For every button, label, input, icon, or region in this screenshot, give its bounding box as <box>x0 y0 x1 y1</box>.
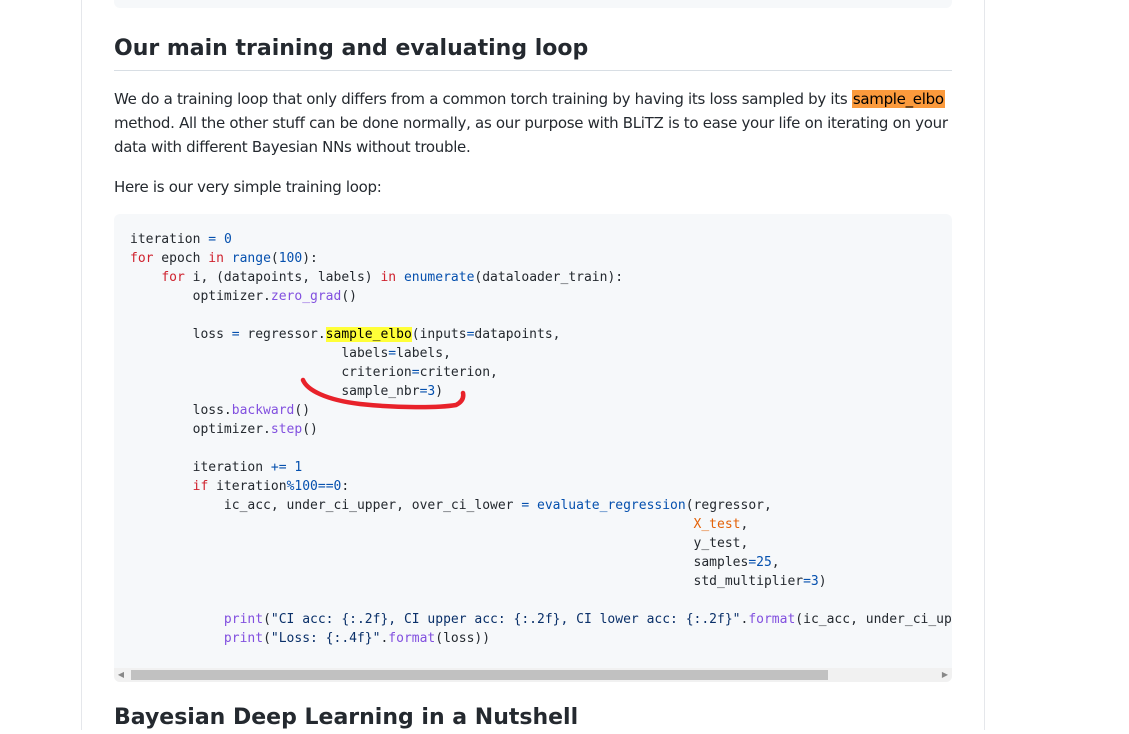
code-line: X_test, <box>693 517 749 532</box>
right-arrow-icon[interactable]: ▶ <box>938 668 952 682</box>
code-line: optimizer.zero_grad() <box>130 289 357 304</box>
code-line: print("CI acc: {:.2f}, CI upper acc: {:.… <box>223 612 952 627</box>
red-annotation-stroke <box>300 377 466 410</box>
highlighted-term: sample_elbo <box>851 90 945 108</box>
code-line: iteration = 0 <box>130 232 232 247</box>
code-line: y_test, <box>130 536 749 551</box>
code-line: labels=labels, <box>130 346 451 361</box>
code-line: optimizer.step() <box>130 422 318 437</box>
scrollbar-thumb[interactable] <box>131 670 828 680</box>
code-line: iteration += 1 <box>130 460 303 475</box>
horizontal-scrollbar[interactable]: ◀ ▶ <box>114 668 952 682</box>
intro-paragraph: We do a training loop that only differs … <box>114 87 952 159</box>
code-line: loss = regressor.sample_elbo(inputs=data… <box>130 327 561 342</box>
code-line: if iteration%100==0: <box>192 479 350 494</box>
intro-text-start: We do a training loop that only differs … <box>114 90 852 108</box>
code-line: for epoch in range(100): <box>130 251 318 266</box>
previous-code-block <box>114 0 952 8</box>
code-line: print("Loss: {:.4f}".format(loss)) <box>223 631 491 646</box>
code-line: ic_acc, under_ci_upper, over_ci_lower = … <box>130 498 772 513</box>
code-line: samples=25, <box>130 555 780 570</box>
code-line: std_multiplier=3) <box>130 574 827 589</box>
code-line: for i, (datapoints, labels) in enumerate… <box>161 270 624 285</box>
loop-intro-paragraph: Here is our very simple training loop: <box>114 178 382 196</box>
code-highlight-sample-elbo: sample_elbo <box>325 327 412 342</box>
code-block[interactable]: iteration = 0 for epoch in range(100): f… <box>114 214 952 682</box>
code-content[interactable]: iteration = 0 for epoch in range(100): f… <box>130 230 952 648</box>
next-section-heading: Bayesian Deep Learning in a Nutshell <box>114 705 579 730</box>
intro-text-end: method. All the other stuff can be done … <box>114 114 948 156</box>
left-arrow-icon[interactable]: ◀ <box>114 668 128 682</box>
code-line: loss.backward() <box>130 403 311 418</box>
section-heading: Our main training and evaluating loop <box>114 33 952 71</box>
